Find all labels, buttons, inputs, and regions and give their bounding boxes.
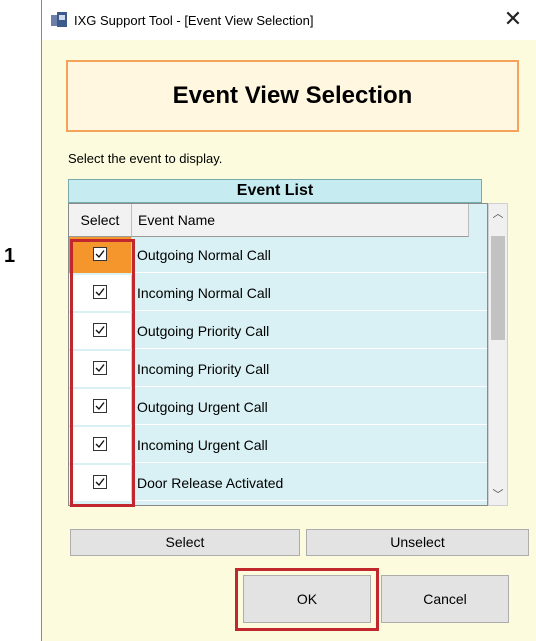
select-cell[interactable] <box>69 465 132 501</box>
table-row[interactable]: Outgoing Urgent Call <box>69 389 487 425</box>
table-row[interactable]: Incoming Normal Call <box>69 275 487 311</box>
dialog-window: IXG Support Tool - [Event View Selection… <box>41 0 536 641</box>
event-grid: Select Event Name Outgoing Normal Call In… <box>68 203 488 506</box>
window-title: IXG Support Tool - [Event View Selection… <box>74 12 314 28</box>
callout-1: 1 <box>4 245 16 267</box>
event-name: Outgoing Normal Call <box>137 247 271 263</box>
scroll-up-icon[interactable]: ︿ <box>489 204 507 224</box>
unselect-button[interactable]: Unselect <box>306 529 529 556</box>
table-row[interactable]: Incoming Priority Call <box>69 351 487 387</box>
scroll-down-icon[interactable]: ﹀ <box>489 485 507 505</box>
event-name: Door Release Activated <box>137 475 284 491</box>
event-name: Outgoing Urgent Call <box>137 399 268 415</box>
select-cell[interactable] <box>69 237 132 273</box>
table-row[interactable]: Door Release Activated <box>69 465 487 501</box>
column-header-event-name[interactable]: Event Name <box>132 204 469 237</box>
select-cell[interactable] <box>69 389 132 425</box>
event-list: Event List Select Event Name Outgoing No… <box>68 179 527 506</box>
app-icon <box>51 12 67 28</box>
select-cell[interactable] <box>69 427 132 463</box>
table-row[interactable]: Incoming Urgent Call <box>69 427 487 463</box>
select-cell[interactable] <box>69 351 132 387</box>
event-checkbox[interactable] <box>93 399 107 413</box>
cancel-button[interactable]: Cancel <box>381 575 509 623</box>
scrollbar[interactable]: ︿ ﹀ <box>488 203 508 506</box>
event-checkbox[interactable] <box>93 247 107 261</box>
event-checkbox[interactable] <box>93 323 107 337</box>
event-name: Incoming Urgent Call <box>137 437 268 453</box>
event-checkbox[interactable] <box>93 437 107 451</box>
select-cell[interactable] <box>69 275 132 311</box>
event-name: Incoming Normal Call <box>137 285 271 301</box>
table-row[interactable]: Outgoing Priority Call <box>69 313 487 349</box>
select-cell[interactable] <box>69 313 132 349</box>
title-bar: IXG Support Tool - [Event View Selection… <box>42 0 536 40</box>
event-checkbox[interactable] <box>93 361 107 375</box>
event-name: Incoming Priority Call <box>137 361 270 377</box>
event-checkbox[interactable] <box>93 475 107 489</box>
scroll-thumb[interactable] <box>491 236 505 340</box>
select-button[interactable]: Select <box>70 529 300 556</box>
instruction-text: Select the event to display. <box>68 151 223 166</box>
ok-button[interactable]: OK <box>243 575 371 623</box>
close-icon[interactable]: ✕ <box>500 6 526 32</box>
event-checkbox[interactable] <box>93 285 107 299</box>
table-row[interactable]: Outgoing Normal Call <box>69 237 487 273</box>
event-name: Outgoing Priority Call <box>137 323 270 339</box>
page-title-banner: Event View Selection <box>66 60 519 132</box>
column-header-select[interactable]: Select <box>69 204 132 237</box>
event-list-header: Event List <box>68 179 482 203</box>
